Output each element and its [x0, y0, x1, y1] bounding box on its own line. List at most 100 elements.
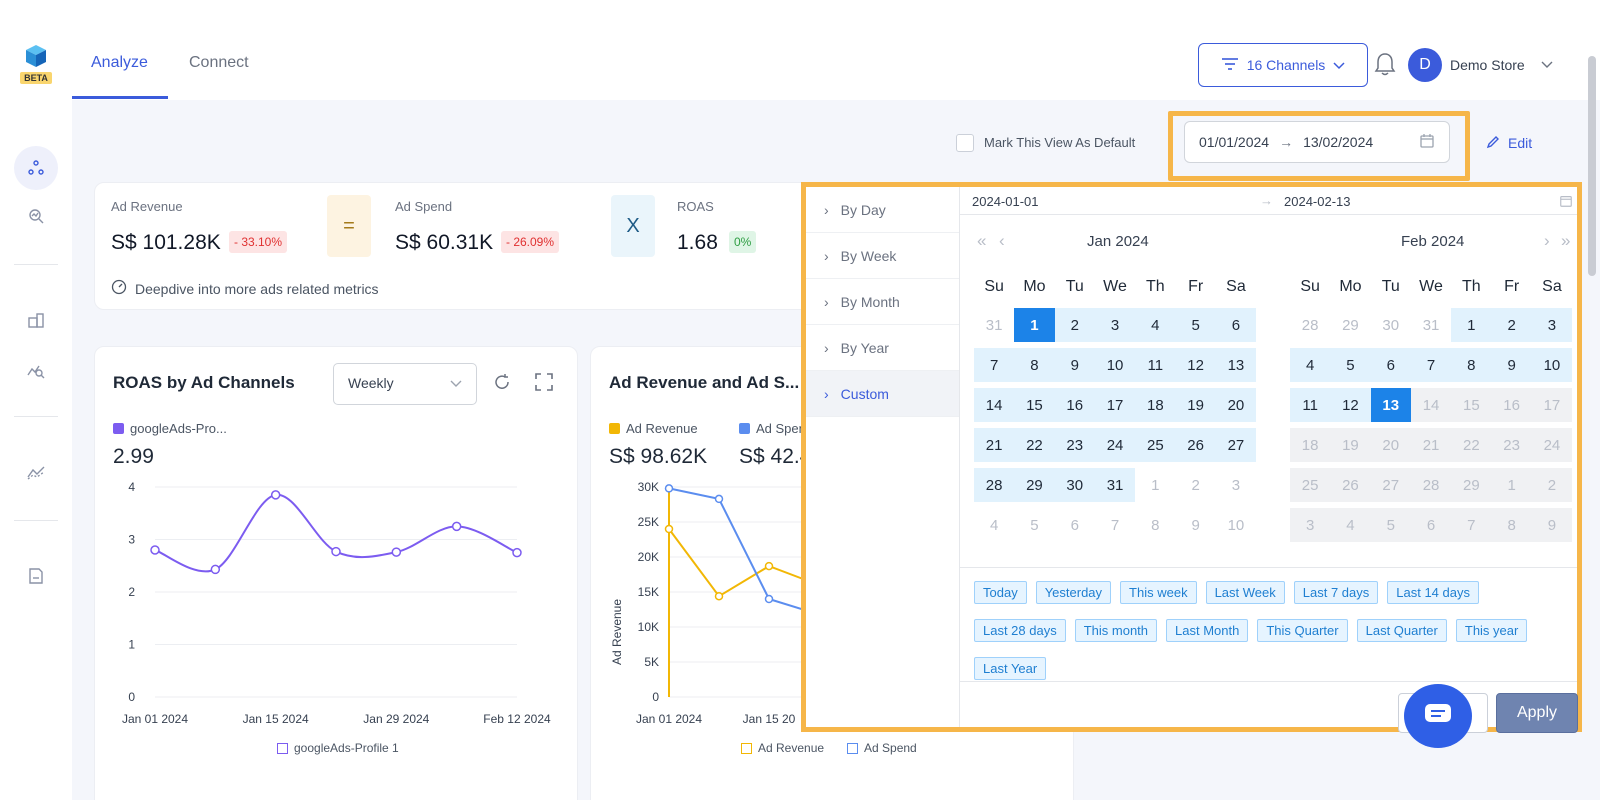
calendar-day[interactable]: 26	[1175, 428, 1216, 462]
calendar-day[interactable]: 30	[1371, 308, 1411, 342]
revenue-legend-item[interactable]: Ad Revenue	[609, 421, 698, 436]
prev-year-icon[interactable]: «	[977, 231, 986, 251]
calendar-day[interactable]: 6	[1055, 508, 1095, 542]
calendar-day[interactable]: 20	[1215, 388, 1257, 422]
page-scrollbar[interactable]	[1588, 56, 1596, 276]
calendar-day[interactable]: 10	[1216, 508, 1256, 542]
calendar-day[interactable]: 18	[1290, 428, 1331, 462]
calendar-day[interactable]: 5	[1370, 508, 1411, 542]
calendar-day[interactable]: 6	[1370, 348, 1411, 382]
roas-bottom-legend[interactable]: googleAds-Profile 1	[277, 741, 399, 755]
report-icon[interactable]	[24, 564, 48, 588]
calendar-day[interactable]: 19	[1330, 428, 1371, 462]
calendar-day[interactable]: 6	[1410, 508, 1452, 542]
quick-range-button[interactable]: Today	[974, 581, 1027, 604]
calendar-day[interactable]: 15	[1014, 388, 1055, 422]
frequency-select[interactable]: Weekly	[333, 363, 477, 405]
roas-legend[interactable]: googleAds-Pro...	[113, 421, 227, 436]
quick-range-button[interactable]: Last Quarter	[1356, 619, 1447, 642]
calendar-day[interactable]: 27	[1370, 468, 1411, 502]
right-month-title[interactable]: Feb 2024	[1401, 233, 1464, 250]
trend-search-icon[interactable]	[24, 358, 48, 382]
quick-range-button[interactable]: Last 14 days	[1387, 581, 1479, 604]
calendar-day[interactable]: 1	[1451, 308, 1492, 342]
avatar[interactable]: D	[1408, 48, 1442, 82]
default-view-checkbox[interactable]	[956, 134, 974, 152]
quick-range-button[interactable]: This Quarter	[1257, 619, 1348, 642]
spend-legend-item[interactable]: Ad Spen	[739, 421, 806, 436]
calendar-day[interactable]: 9	[1175, 508, 1215, 542]
store-name[interactable]: Demo Store	[1450, 57, 1525, 73]
chat-button[interactable]	[1404, 684, 1472, 748]
next-year-icon[interactable]: »	[1561, 231, 1570, 251]
start-date-input[interactable]: 2024-01-01	[972, 194, 1039, 209]
calendar-day[interactable]: 8	[1014, 348, 1055, 382]
calendar-day[interactable]: 24	[1531, 428, 1573, 462]
channels-filter-button[interactable]: 16 Channels	[1198, 43, 1368, 87]
range-by-month[interactable]: › By Month	[806, 279, 959, 325]
bell-icon[interactable]	[1374, 52, 1396, 76]
quick-range-button[interactable]: This year	[1455, 619, 1528, 642]
analytics-trend-icon[interactable]	[24, 460, 48, 484]
calendar-day[interactable]: 16	[1491, 388, 1532, 422]
left-month-title[interactable]: Jan 2024	[1087, 233, 1149, 250]
calendar-day[interactable]: 21	[1410, 428, 1452, 462]
calendar-day[interactable]: 19	[1175, 388, 1216, 422]
quick-range-button[interactable]: Last Year	[974, 657, 1047, 680]
range-by-day[interactable]: › By Day	[806, 187, 959, 233]
calendar-day[interactable]: 25	[1290, 468, 1331, 502]
calendar-day[interactable]: 1	[1014, 308, 1055, 342]
calendar-day[interactable]: 22	[1014, 428, 1055, 462]
calendar-day[interactable]: 25	[1135, 428, 1176, 462]
calendar-day[interactable]: 2	[1175, 468, 1215, 502]
quick-range-button[interactable]: Last Week	[1205, 581, 1285, 604]
calendar-day[interactable]: 7	[1095, 508, 1135, 542]
tab-analyze[interactable]: Analyze	[91, 54, 148, 72]
calendar-day[interactable]: 2	[1054, 308, 1095, 342]
deepdive-link[interactable]: Deepdive into more ads related metrics	[111, 279, 379, 298]
tab-connect[interactable]: Connect	[189, 54, 249, 72]
calendar-day[interactable]: 28	[1290, 308, 1330, 342]
quick-range-button[interactable]: Last 28 days	[974, 619, 1066, 642]
calendar-day[interactable]: 29	[1330, 308, 1370, 342]
quick-range-button[interactable]: Last 7 days	[1293, 581, 1379, 604]
calendar-day[interactable]: 23	[1491, 428, 1532, 462]
calendar-day[interactable]: 17	[1531, 388, 1573, 422]
calendar-day[interactable]: 31	[974, 308, 1014, 342]
calendar-day[interactable]: 12	[1175, 348, 1216, 382]
quick-range-button[interactable]: Last Month	[1166, 619, 1249, 642]
calendar-day[interactable]: 14	[974, 388, 1015, 422]
calendar-day[interactable]: 15	[1451, 388, 1492, 422]
calendar-day[interactable]: 2	[1491, 308, 1532, 342]
calendar-day[interactable]: 29	[1014, 468, 1055, 502]
calendar-day[interactable]: 11	[1135, 348, 1176, 382]
calendar-day[interactable]: 11	[1290, 388, 1331, 422]
calendar-day[interactable]: 28	[1410, 468, 1452, 502]
calendar-day[interactable]: 7	[1451, 508, 1492, 542]
range-by-year[interactable]: › By Year	[806, 325, 959, 371]
calendar-day[interactable]: 4	[1135, 308, 1176, 342]
calendar-day[interactable]: 3	[1094, 308, 1136, 342]
calendar-day[interactable]: 23	[1054, 428, 1095, 462]
calendar-day[interactable]: 9	[1531, 508, 1573, 542]
edit-button[interactable]: Edit	[1486, 135, 1532, 152]
quick-range-button[interactable]: This week	[1120, 581, 1197, 604]
spend-bottom-legend[interactable]: Ad Spend	[847, 741, 917, 755]
calendar-day[interactable]: 31	[1094, 468, 1136, 502]
calendar-day[interactable]: 3	[1216, 468, 1256, 502]
calendar-day[interactable]: 10	[1094, 348, 1136, 382]
calendar-day[interactable]: 6	[1215, 308, 1257, 342]
calendar-day[interactable]: 2	[1531, 468, 1573, 502]
calendar-day[interactable]: 10	[1531, 348, 1573, 382]
date-range-picker[interactable]: 01/01/2024 → 13/02/2024	[1184, 121, 1450, 163]
end-date-input[interactable]: 2024-02-13	[1284, 194, 1351, 209]
calendar-day[interactable]: 3	[1290, 508, 1331, 542]
calendar-day[interactable]: 8	[1491, 508, 1532, 542]
calendar-day[interactable]: 22	[1451, 428, 1492, 462]
calendar-day[interactable]: 3	[1531, 308, 1573, 342]
calendar-day[interactable]: 7	[1410, 348, 1452, 382]
app-logo[interactable]: BETA	[20, 44, 52, 88]
overview-icon[interactable]	[14, 146, 58, 190]
calendar-day[interactable]: 5	[1014, 508, 1054, 542]
calendar-day[interactable]: 4	[974, 508, 1014, 542]
